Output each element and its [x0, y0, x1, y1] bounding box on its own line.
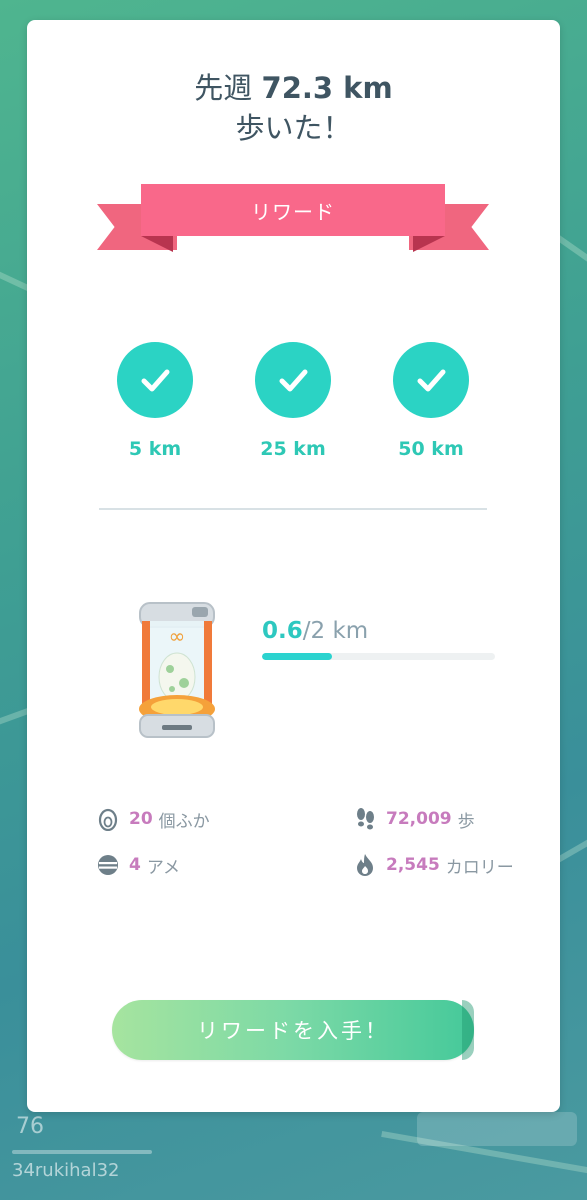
ribbon-label: リワード — [141, 184, 445, 236]
xp-bar — [12, 1150, 152, 1154]
footsteps-icon — [352, 806, 378, 832]
check-icon — [393, 342, 469, 418]
stat-steps: 72,009 歩 — [352, 806, 475, 832]
milestone-label: 25 km — [260, 438, 326, 460]
candy-icon — [95, 852, 121, 878]
nearby-panel[interactable] — [417, 1112, 577, 1146]
weekly-distance: 72.3 km — [261, 71, 393, 105]
milestone-50km: 50 km — [376, 342, 486, 460]
trainer-level: 76 — [16, 1114, 44, 1139]
trainer-name: 34rukihal32 — [12, 1160, 120, 1181]
stat-value: 20 — [129, 809, 153, 829]
milestone-label: 50 km — [398, 438, 464, 460]
egg-icon — [95, 806, 121, 832]
stat-label: 歩 — [457, 811, 475, 832]
check-icon — [117, 342, 193, 418]
reward-ribbon: リワード — [97, 182, 489, 254]
stat-candy: 4 アメ — [95, 852, 180, 878]
flame-icon — [352, 852, 378, 878]
incubator-progress-bar — [262, 653, 495, 660]
progress-current: 0.6 — [262, 618, 303, 644]
progress-total: /2 km — [302, 618, 369, 644]
stat-value: 72,009 — [386, 809, 452, 829]
svg-text:∞: ∞ — [169, 624, 186, 648]
weekly-reward-card: 先週 72.3 km 歩いた！ リワード 5 km 25 km 50 km ∞ … — [27, 20, 560, 1112]
get-reward-button[interactable]: リワードを入手！ — [112, 1000, 474, 1060]
stat-value: 2,545 — [386, 855, 440, 875]
check-icon — [255, 342, 331, 418]
incubator-progress-text: 0.6/2 km — [262, 618, 368, 644]
milestone-label: 5 km — [128, 438, 182, 460]
stat-value: 4 — [129, 855, 141, 875]
title-prefix: 先週 — [194, 71, 253, 105]
section-divider — [99, 508, 487, 510]
page-title: 先週 72.3 km 歩いた！ — [27, 68, 560, 148]
progress-fill — [262, 653, 332, 660]
stat-label: カロリー — [445, 857, 514, 878]
stat-hatched: 20 個ふか — [95, 806, 210, 832]
milestone-25km: 25 km — [238, 342, 348, 460]
get-reward-label: リワードを入手！ — [197, 1019, 389, 1043]
stat-calories: 2,545 カロリー — [352, 852, 514, 878]
milestone-5km: 5 km — [100, 342, 210, 460]
stat-label: アメ — [146, 857, 180, 878]
infinite-incubator-icon[interactable]: ∞ — [132, 597, 222, 747]
title-line2: 歩いた！ — [235, 111, 352, 145]
stat-label: 個ふか — [158, 811, 210, 832]
button-shade — [462, 1000, 474, 1060]
